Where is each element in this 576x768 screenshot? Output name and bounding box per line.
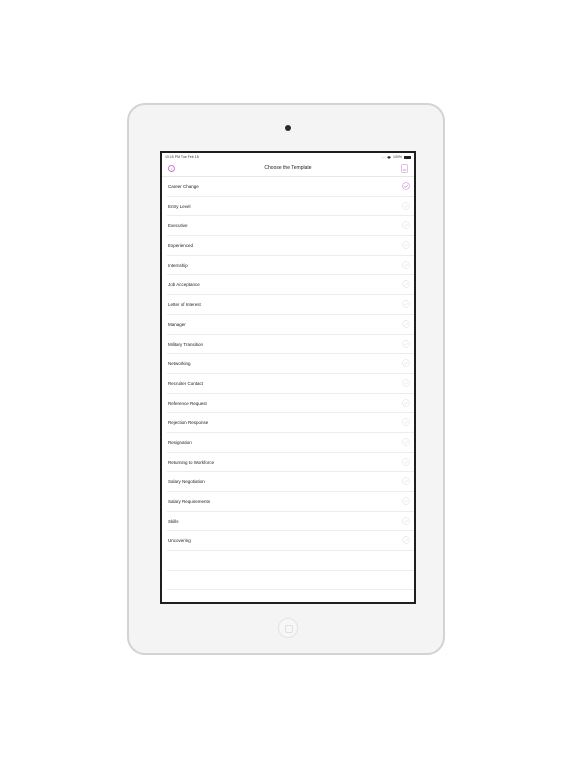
template-label: Rejection Response bbox=[168, 420, 209, 426]
battery-icon bbox=[404, 155, 411, 159]
checkmark-icon[interactable] bbox=[402, 536, 410, 544]
checkmark-icon[interactable] bbox=[402, 458, 410, 466]
template-label: Salary Negotiation bbox=[168, 479, 205, 485]
empty-row bbox=[167, 571, 414, 591]
template-row[interactable]: Salary Negotiation bbox=[167, 472, 414, 492]
signal-indicator: ... bbox=[382, 155, 386, 159]
checkmark-icon[interactable] bbox=[402, 398, 410, 407]
app-screen: 10:15 PM Tue Feb 18 ... 100% Choose the … bbox=[160, 151, 416, 604]
checkmark-icon[interactable] bbox=[402, 280, 410, 289]
status-indicators: ... 100% bbox=[382, 155, 411, 159]
template-label: Military Transition bbox=[168, 341, 204, 347]
template-row[interactable]: Letter of Interest bbox=[167, 295, 414, 315]
checkmark-icon[interactable] bbox=[402, 438, 410, 446]
wifi-icon bbox=[387, 155, 392, 159]
camera-dot bbox=[285, 125, 291, 131]
template-label: Resignation bbox=[168, 439, 192, 445]
template-label: Internship bbox=[168, 262, 188, 268]
checkmark-icon[interactable] bbox=[402, 261, 410, 269]
template-row[interactable]: Career Change bbox=[167, 177, 414, 197]
page-title: Choose the Template bbox=[264, 165, 312, 171]
template-label: Salary Requirements bbox=[168, 499, 211, 504]
template-label: Manager bbox=[168, 321, 186, 327]
checkmark-icon[interactable] bbox=[402, 359, 410, 367]
template-row[interactable]: Uncovering bbox=[167, 531, 414, 552]
home-button bbox=[278, 618, 298, 638]
template-row[interactable]: Salary Requirements bbox=[167, 492, 414, 512]
empty-row bbox=[167, 590, 414, 602]
template-label: Entry Level bbox=[168, 203, 191, 209]
template-row[interactable]: Military Transition bbox=[167, 335, 414, 355]
checkmark-icon[interactable] bbox=[402, 517, 410, 525]
checkmark-icon[interactable] bbox=[402, 320, 410, 328]
tablet-device: 10:15 PM Tue Feb 18 ... 100% Choose the … bbox=[127, 103, 445, 655]
template-label: Networking bbox=[168, 361, 191, 367]
template-row[interactable]: Experienced bbox=[167, 236, 414, 256]
document-icon[interactable] bbox=[401, 164, 408, 173]
template-label: Letter of Interest bbox=[168, 302, 201, 308]
template-label: Job Acceptance bbox=[168, 282, 200, 288]
template-row[interactable]: Recruiter Contact bbox=[167, 374, 414, 394]
checkmark-icon[interactable] bbox=[402, 202, 410, 210]
template-row[interactable]: Skills bbox=[167, 512, 414, 532]
template-label: Recruiter Contact bbox=[168, 380, 204, 386]
template-row[interactable]: Manager bbox=[167, 315, 414, 335]
checkmark-icon[interactable] bbox=[402, 379, 410, 387]
template-label: Uncovering bbox=[168, 538, 191, 544]
template-row[interactable]: Networking bbox=[167, 354, 414, 374]
template-row[interactable]: Rejection Response bbox=[167, 413, 414, 433]
template-label: Experienced bbox=[168, 243, 194, 249]
status-bar: 10:15 PM Tue Feb 18 ... 100% bbox=[162, 153, 414, 161]
template-label: Reference Request bbox=[168, 400, 207, 406]
template-label: Returning to Workforce bbox=[168, 459, 215, 465]
template-row[interactable]: Internship bbox=[167, 256, 414, 276]
checkmark-icon[interactable] bbox=[402, 221, 410, 229]
navigation-bar: Choose the Template bbox=[162, 161, 414, 177]
template-row[interactable]: Reference Request bbox=[167, 394, 414, 414]
template-row[interactable]: Job Acceptance bbox=[167, 275, 414, 296]
template-list: Career Change Entry Level Executive Experie… bbox=[162, 177, 414, 602]
template-row[interactable]: Executive bbox=[167, 216, 414, 237]
checkmark-icon[interactable] bbox=[402, 497, 410, 505]
checkmark-icon[interactable] bbox=[402, 300, 410, 308]
template-row[interactable]: Resignation bbox=[167, 433, 414, 453]
checkmark-icon[interactable] bbox=[402, 418, 410, 426]
template-label: Executive bbox=[168, 223, 188, 229]
checkmark-selected-icon[interactable] bbox=[402, 182, 410, 190]
checkmark-icon[interactable] bbox=[402, 241, 410, 249]
checkmark-icon[interactable] bbox=[402, 339, 410, 348]
template-label: Skills bbox=[168, 518, 179, 524]
battery-percent: 100% bbox=[393, 155, 402, 159]
template-label: Career Change bbox=[168, 184, 199, 189]
empty-row bbox=[167, 551, 414, 571]
status-time: 10:15 PM Tue Feb 18 bbox=[165, 155, 199, 159]
checkmark-icon[interactable] bbox=[402, 477, 410, 485]
template-row[interactable]: Entry Level bbox=[167, 197, 414, 217]
template-row[interactable]: Returning to Workforce bbox=[167, 453, 414, 473]
